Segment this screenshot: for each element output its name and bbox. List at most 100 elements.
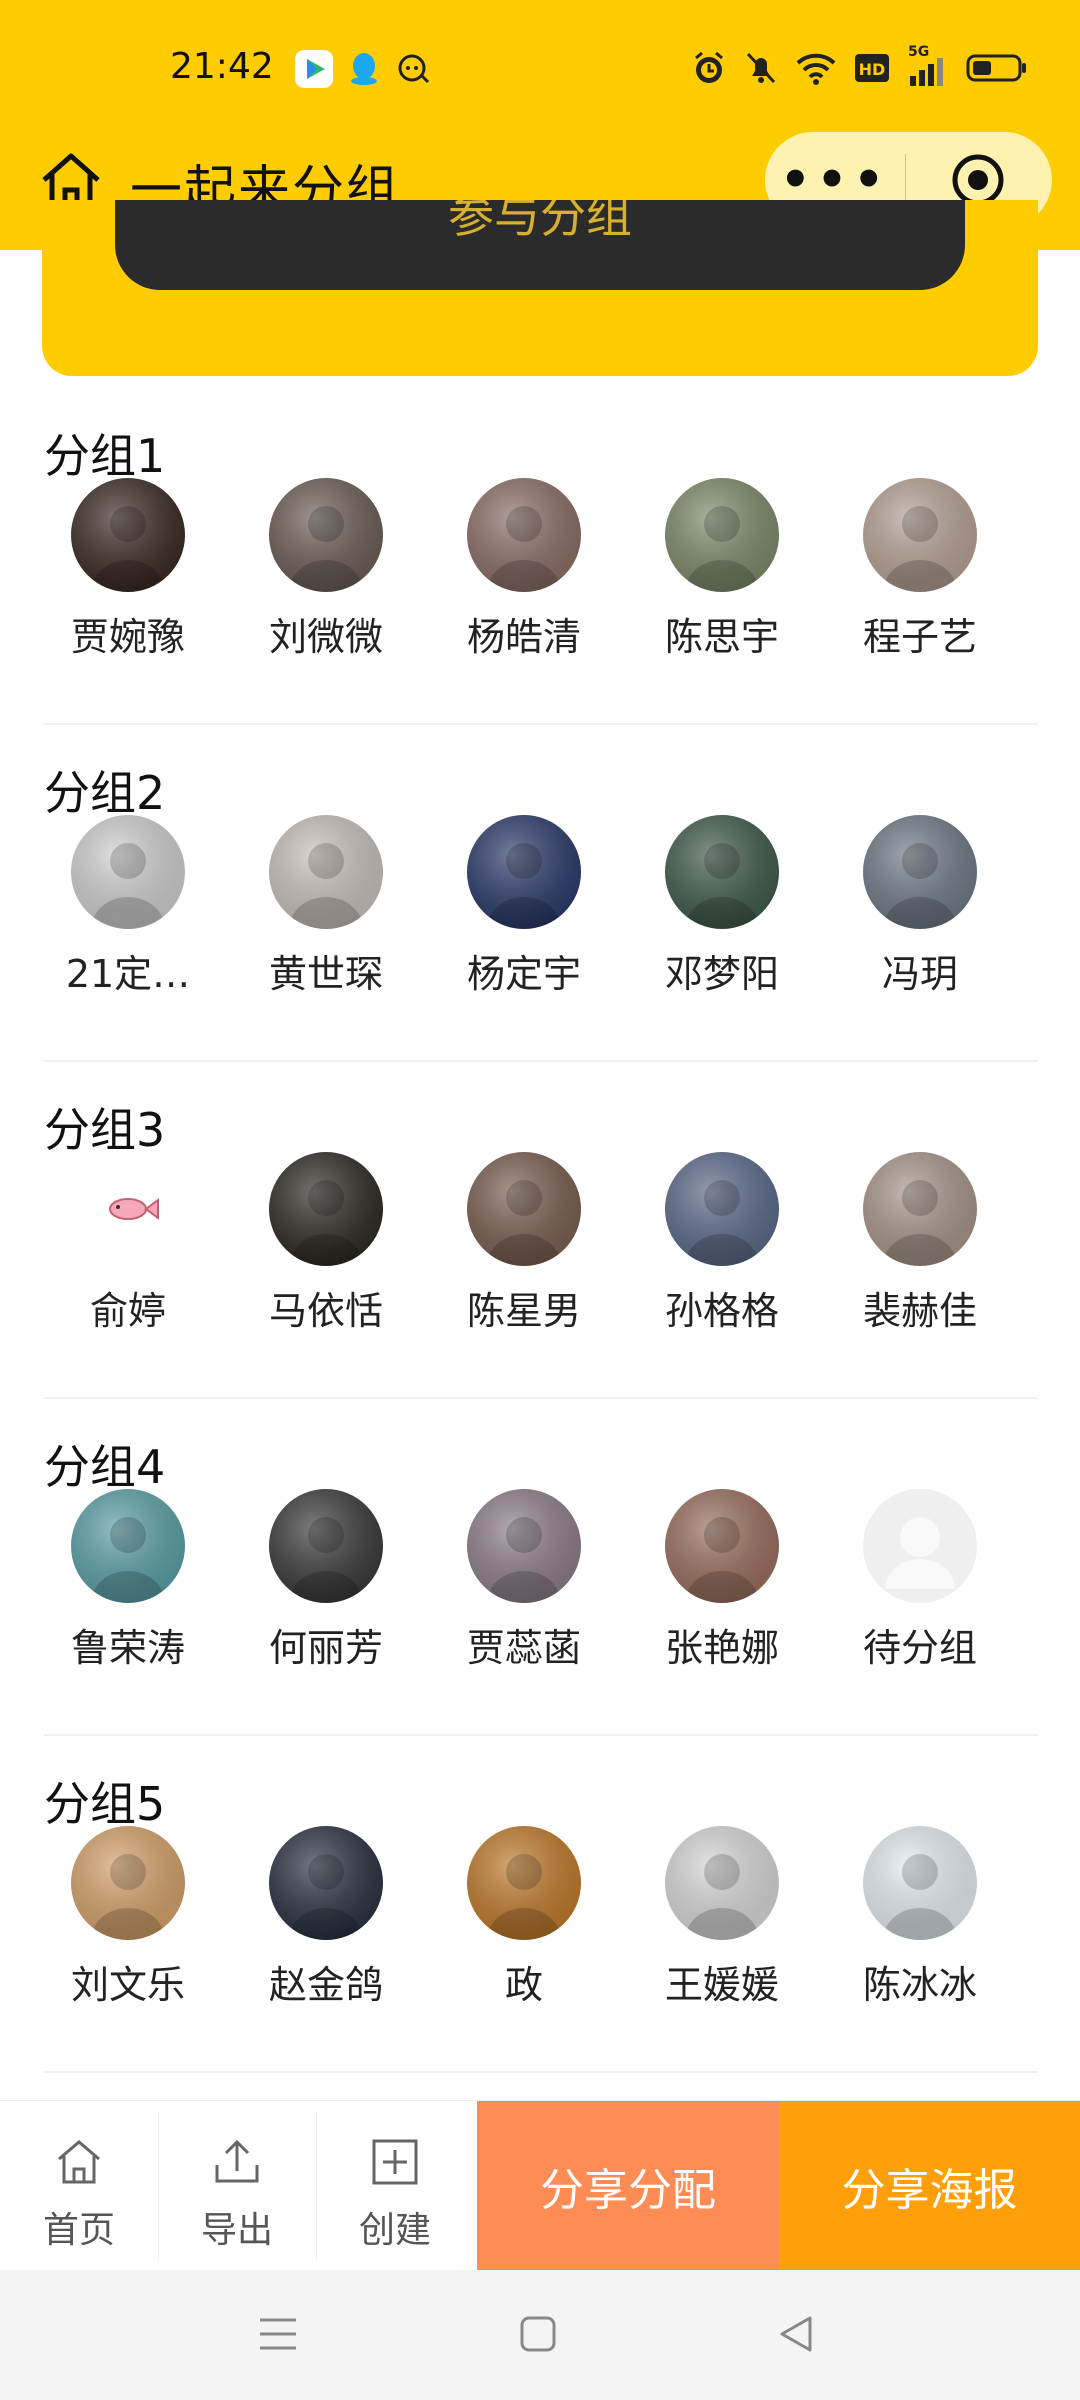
avatar xyxy=(665,1152,779,1266)
avatar xyxy=(71,1152,185,1266)
tab-create-label: 创建 xyxy=(358,2210,431,2251)
member-item[interactable]: 黄世琛 xyxy=(240,815,438,996)
avatar xyxy=(665,478,779,592)
member-item[interactable]: 贾蕊菡 xyxy=(438,1489,636,1670)
square-home-icon[interactable] xyxy=(518,2314,558,2354)
mute-icon xyxy=(746,52,776,84)
avatar xyxy=(467,1152,581,1266)
member-name: 邓梦阳 xyxy=(664,952,779,996)
member-item[interactable]: 杨皓清 xyxy=(438,478,636,659)
share-poster-button[interactable]: 分享海报 xyxy=(779,2101,1080,2271)
tab-home[interactable]: 首页 xyxy=(0,2101,158,2271)
more-button[interactable]: ••• xyxy=(765,156,905,204)
group-divider xyxy=(44,1060,1038,1062)
member-item[interactable]: 陈思宇 xyxy=(636,478,834,659)
member-row: 刘文乐 赵金鸽 政 王媛媛 陈冰冰 xyxy=(42,1826,1038,2007)
avatar xyxy=(71,1489,185,1603)
member-item[interactable]: 赵金鸽 xyxy=(240,1826,438,2007)
avatar xyxy=(467,815,581,929)
menu-icon[interactable] xyxy=(258,2314,298,2354)
tab-export-label: 导出 xyxy=(200,2210,273,2251)
avatar xyxy=(269,478,383,592)
tab-export[interactable]: 导出 xyxy=(158,2101,316,2271)
member-name: 裴赫佳 xyxy=(862,1289,977,1333)
group-divider xyxy=(44,1397,1038,1399)
status-time: 21:42 xyxy=(170,46,274,87)
tab-create[interactable]: 创建 xyxy=(316,2101,474,2271)
member-item[interactable]: 待分组 xyxy=(834,1489,1032,1670)
member-name: 冯玥 xyxy=(881,952,958,996)
battery-icon xyxy=(966,54,1026,82)
group-section: 分组1 贾婉豫 刘微微 杨皓清 陈思宇 程子艺 xyxy=(0,420,1080,757)
avatar xyxy=(863,1489,977,1603)
avatar xyxy=(71,1826,185,1940)
group-title: 分组4 xyxy=(44,1440,166,1494)
avatar xyxy=(467,1489,581,1603)
member-item[interactable]: 马依恬 xyxy=(240,1152,438,1333)
group-title: 分组5 xyxy=(44,1777,166,1831)
wifi-icon xyxy=(796,53,836,85)
avatar xyxy=(863,815,977,929)
member-item[interactable]: 邓梦阳 xyxy=(636,815,834,996)
plus-square-icon xyxy=(372,2139,418,2185)
avatar xyxy=(269,815,383,929)
member-row: 贾婉豫 刘微微 杨皓清 陈思宇 程子艺 xyxy=(42,478,1038,659)
member-name: 待分组 xyxy=(862,1626,977,1670)
avatar xyxy=(863,1826,977,1940)
back-icon[interactable] xyxy=(776,2314,816,2354)
member-name: 刘微微 xyxy=(268,615,383,659)
member-name: 陈冰冰 xyxy=(862,1963,977,2007)
member-item[interactable]: 贾婉豫 xyxy=(42,478,240,659)
avatar xyxy=(71,815,185,929)
member-name: 马依恬 xyxy=(268,1289,383,1333)
hd-icon: HD xyxy=(855,54,889,82)
avatar xyxy=(863,478,977,592)
member-item[interactable]: 何丽芳 xyxy=(240,1489,438,1670)
member-item[interactable]: 张艳娜 xyxy=(636,1489,834,1670)
member-name: 何丽芳 xyxy=(268,1626,383,1670)
member-item[interactable]: 政 xyxy=(438,1826,636,2007)
member-item[interactable]: 王媛媛 xyxy=(636,1826,834,2007)
status-indicators: HD 5G xyxy=(692,44,1028,88)
avatar xyxy=(71,478,185,592)
svg-text:HD: HD xyxy=(859,60,886,79)
member-item[interactable]: 俞婷 xyxy=(42,1152,240,1333)
avatar xyxy=(665,1826,779,1940)
group-divider xyxy=(44,723,1038,725)
member-item[interactable]: 陈星男 xyxy=(438,1152,636,1333)
member-name: 赵金鸽 xyxy=(268,1963,383,2007)
group-divider xyxy=(44,2071,1038,2073)
avatar xyxy=(863,1152,977,1266)
join-group-button[interactable]: 参与分组 xyxy=(115,200,965,290)
avatar xyxy=(467,478,581,592)
member-row: 21定… 黄世琛 杨定宇 邓梦阳 冯玥 xyxy=(42,815,1038,996)
avatar xyxy=(665,1489,779,1603)
member-name: 陈星男 xyxy=(466,1289,581,1333)
member-item[interactable]: 刘文乐 xyxy=(42,1826,240,2007)
avatar xyxy=(269,1489,383,1603)
tab-home-label: 首页 xyxy=(42,2210,115,2251)
share-assignment-button[interactable]: 分享分配 xyxy=(477,2101,779,2271)
member-name: 孙格格 xyxy=(664,1289,779,1333)
qq-icon xyxy=(345,50,383,88)
group-divider xyxy=(44,1734,1038,1736)
member-name: 俞婷 xyxy=(89,1289,166,1333)
chat-icon xyxy=(395,50,433,88)
member-item[interactable]: 孙格格 xyxy=(636,1152,834,1333)
member-name: 黄世琛 xyxy=(268,952,383,996)
member-item[interactable]: 冯玥 xyxy=(834,815,1032,996)
member-item[interactable]: 陈冰冰 xyxy=(834,1826,1032,2007)
member-item[interactable]: 刘微微 xyxy=(240,478,438,659)
group-section: 分组2 21定… 黄世琛 杨定宇 邓梦阳 冯玥 xyxy=(0,757,1080,1094)
member-name: 政 xyxy=(504,1963,543,2007)
member-item[interactable]: 鲁荣涛 xyxy=(42,1489,240,1670)
member-name: 21定… xyxy=(65,952,191,996)
group-title: 分组1 xyxy=(44,429,166,483)
member-name: 张艳娜 xyxy=(664,1626,779,1670)
member-item[interactable]: 裴赫佳 xyxy=(834,1152,1032,1333)
member-item[interactable]: 21定… xyxy=(42,815,240,996)
group-section: 分组3 俞婷 马依恬 陈星男 孙格格 裴赫佳 xyxy=(0,1094,1080,1431)
member-item[interactable]: 杨定宇 xyxy=(438,815,636,996)
video-app-icon xyxy=(295,50,333,88)
member-item[interactable]: 程子艺 xyxy=(834,478,1032,659)
